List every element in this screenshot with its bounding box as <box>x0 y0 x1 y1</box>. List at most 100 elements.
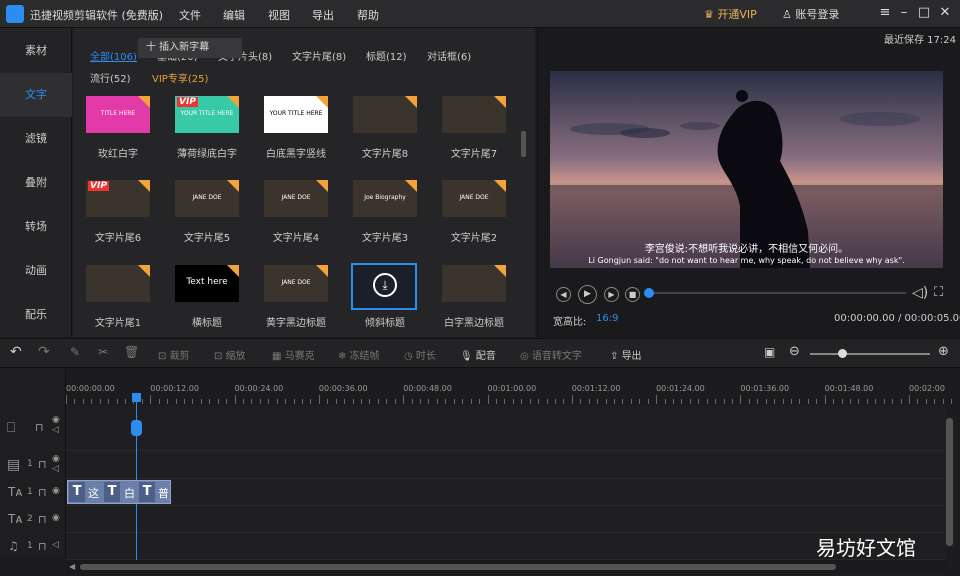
minimize-icon[interactable]: – <box>896 5 912 21</box>
mosaic-button[interactable]: ▦ 马赛克 <box>272 347 315 362</box>
lock-icon[interactable]: ⊓ <box>35 421 44 434</box>
lock-icon[interactable]: ⊓ <box>38 458 47 471</box>
zoom-slider[interactable] <box>810 353 930 355</box>
lock-icon[interactable]: ⊓ <box>38 513 47 526</box>
template-thumbnail[interactable]: YOUR TITLE HERE <box>264 96 328 133</box>
menu-file[interactable]: 文件 <box>179 7 201 23</box>
download-corner-icon[interactable] <box>138 180 150 192</box>
mute-icon[interactable]: ◁ <box>52 540 59 550</box>
zoom-button[interactable]: ⊡ 缩放 <box>214 347 246 362</box>
menu-help[interactable]: 帮助 <box>357 7 379 23</box>
download-corner-icon[interactable] <box>227 265 239 277</box>
export-button[interactable]: ⇪ 导出 <box>610 347 642 362</box>
template-thumbnail[interactable]: JANE DOE <box>264 180 328 217</box>
lock-icon[interactable]: ⊓ <box>38 540 47 553</box>
aspect-ratio-value[interactable]: 16:9 <box>596 313 618 324</box>
speech-to-text-button[interactable]: ◎ 语音转文字 <box>520 347 582 362</box>
split-icon[interactable]: ✂ <box>98 345 108 359</box>
video-main-track[interactable] <box>66 406 946 451</box>
library-scrollbar[interactable] <box>521 131 526 157</box>
template-thumbnail[interactable]: ⤓ <box>351 263 417 310</box>
menu-icon[interactable]: ≡ <box>877 5 893 21</box>
progress-knob[interactable] <box>644 288 654 298</box>
music-track[interactable] <box>66 533 946 560</box>
download-corner-icon[interactable] <box>227 96 239 108</box>
zoom-out-icon[interactable]: ⊖ <box>789 344 800 359</box>
zoom-slider-knob[interactable] <box>838 349 847 358</box>
scroll-left-icon[interactable]: ◀ <box>69 562 75 571</box>
video-track[interactable] <box>66 451 946 479</box>
stop-icon[interactable]: ■ <box>625 287 640 302</box>
fullscreen-icon[interactable]: ⛶ <box>934 285 943 300</box>
menu-export[interactable]: 导出 <box>312 7 334 23</box>
template-thumbnail[interactable]: JANE DOE <box>175 180 239 217</box>
crop-button[interactable]: ⊡ 裁剪 <box>158 347 190 362</box>
tab-overlay[interactable]: 叠附 <box>0 161 72 205</box>
eye-mute-icon[interactable]: ◉ ◁ <box>52 454 60 474</box>
download-corner-icon[interactable] <box>227 180 239 192</box>
volume-icon[interactable]: ◁) <box>912 285 928 301</box>
download-corner-icon[interactable] <box>494 96 506 108</box>
playhead-handle[interactable] <box>132 393 141 402</box>
download-corner-icon[interactable] <box>494 180 506 192</box>
template-thumbnail[interactable]: Joe Biography <box>353 180 417 217</box>
timeline-vertical-scrollbar[interactable] <box>946 418 953 546</box>
playback-progress[interactable] <box>648 292 906 294</box>
screenshot-icon[interactable]: ▣ <box>764 345 775 359</box>
download-corner-icon[interactable] <box>405 180 417 192</box>
category-popular[interactable]: 流行(52) <box>90 70 131 85</box>
eye-mute-icon[interactable]: ◉ ◁ <box>52 415 60 435</box>
playhead-grip[interactable] <box>131 420 142 436</box>
eye-icon[interactable]: ◉ <box>52 486 60 496</box>
text-track-2[interactable] <box>66 506 946 533</box>
category-vip[interactable]: VIP专享(25) <box>152 70 208 85</box>
category-dialog[interactable]: 对话框(6) <box>427 48 471 63</box>
close-icon[interactable]: ✕ <box>937 5 953 21</box>
playhead-line[interactable] <box>136 393 137 560</box>
tab-music[interactable]: 配乐 <box>0 293 72 337</box>
next-frame-icon[interactable]: ▶ <box>604 287 619 302</box>
menu-edit[interactable]: 编辑 <box>223 7 245 23</box>
download-corner-icon[interactable] <box>316 96 328 108</box>
template-thumbnail[interactable]: YOUR TITLE HERE VIP <box>175 96 239 133</box>
download-corner-icon[interactable] <box>138 265 150 277</box>
vip-button[interactable]: ♛ 开通VIP <box>704 6 757 22</box>
text-track-1[interactable] <box>66 479 946 506</box>
tab-media[interactable]: 素材 <box>0 29 72 73</box>
category-outro[interactable]: 文字片尾(8) <box>292 48 346 63</box>
template-thumbnail[interactable] <box>442 265 506 302</box>
template-thumbnail[interactable]: VIP <box>86 180 150 217</box>
tab-animation[interactable]: 动画 <box>0 249 72 293</box>
tab-filter[interactable]: 滤镜 <box>0 117 72 161</box>
prev-frame-icon[interactable]: ◀ <box>556 287 571 302</box>
download-corner-icon[interactable] <box>316 265 328 277</box>
template-thumbnail[interactable]: Text here <box>175 265 239 302</box>
maximize-icon[interactable]: □ <box>916 5 932 21</box>
lock-icon[interactable]: ⊓ <box>38 486 47 499</box>
login-button[interactable]: ♙ 账号登录 <box>782 6 839 22</box>
dubbing-button[interactable]: 🎙 配音 <box>460 347 496 362</box>
template-thumbnail[interactable]: TITLE HERE <box>86 96 150 133</box>
menu-view[interactable]: 视图 <box>268 7 290 23</box>
category-all[interactable]: 全部(106) <box>90 48 137 63</box>
download-corner-icon[interactable] <box>494 265 506 277</box>
download-corner-icon[interactable] <box>316 180 328 192</box>
undo-icon[interactable]: ↶ <box>10 344 22 360</box>
duration-button[interactable]: ◷ 时长 <box>404 347 436 362</box>
template-thumbnail[interactable] <box>353 96 417 133</box>
download-corner-icon[interactable] <box>405 96 417 108</box>
template-thumbnail[interactable]: JANE DOE <box>442 180 506 217</box>
template-thumbnail[interactable]: JANE DOE <box>264 265 328 302</box>
template-thumbnail[interactable] <box>442 96 506 133</box>
eye-icon[interactable]: ◉ <box>52 513 60 523</box>
template-thumbnail[interactable] <box>86 265 150 302</box>
download-icon[interactable]: ⤓ <box>373 273 397 297</box>
delete-icon[interactable]: 🗑 <box>124 345 139 359</box>
zoom-in-icon[interactable]: ⊕ <box>938 344 949 359</box>
insert-subtitle-button[interactable]: 十 插入新字幕 <box>138 38 242 58</box>
download-corner-icon[interactable] <box>138 96 150 108</box>
edit-icon[interactable]: ✎ <box>70 345 80 359</box>
redo-icon[interactable]: ↷ <box>38 344 50 360</box>
category-title[interactable]: 标题(12) <box>366 48 407 63</box>
tab-text[interactable]: 文字 <box>0 73 72 117</box>
